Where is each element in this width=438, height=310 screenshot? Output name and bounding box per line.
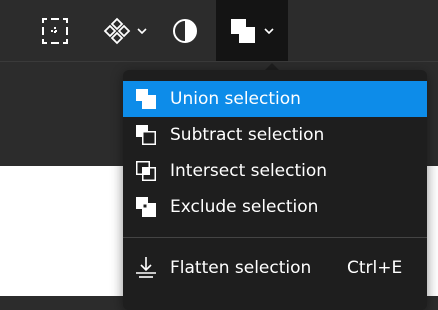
menu-item-intersect-selection[interactable]: Intersect selection [123,153,427,189]
menu-item-label: Flatten selection [170,258,312,278]
menu-divider [123,237,427,238]
menu-item-label: Intersect selection [170,161,328,181]
menu-item-union-selection[interactable]: Union selection [123,81,427,117]
menu-item-exclude-selection[interactable]: Exclude selection [123,189,427,225]
flatten-icon [134,256,158,280]
toolbar [0,0,438,62]
menu-caret [265,63,279,70]
subtract-icon [134,123,158,147]
contrast-icon [172,18,198,44]
chevron-down-icon [137,27,147,34]
boolean-operations-button[interactable] [216,0,288,61]
intersect-icon [134,159,158,183]
contrast-tool-button[interactable] [165,0,205,61]
boolean-operations-menu: Union selection Subtract selection Inter… [123,70,427,310]
union-icon [134,87,158,111]
menu-item-label: Union selection [170,89,301,109]
components-tool-button[interactable] [95,0,155,61]
shortcut-hint: Ctrl+E [347,258,403,278]
components-icon [103,17,131,45]
frame-tool-button[interactable] [30,0,80,61]
menu-item-subtract-selection[interactable]: Subtract selection [123,117,427,153]
boolean-union-icon [230,18,256,44]
menu-item-flatten-selection[interactable]: Flatten selection Ctrl+E [123,250,427,286]
chevron-down-icon [264,27,274,34]
menu-item-label: Exclude selection [170,197,319,217]
menu-item-label: Subtract selection [170,125,325,145]
exclude-icon [134,195,158,219]
frame-grid-icon [42,17,68,44]
